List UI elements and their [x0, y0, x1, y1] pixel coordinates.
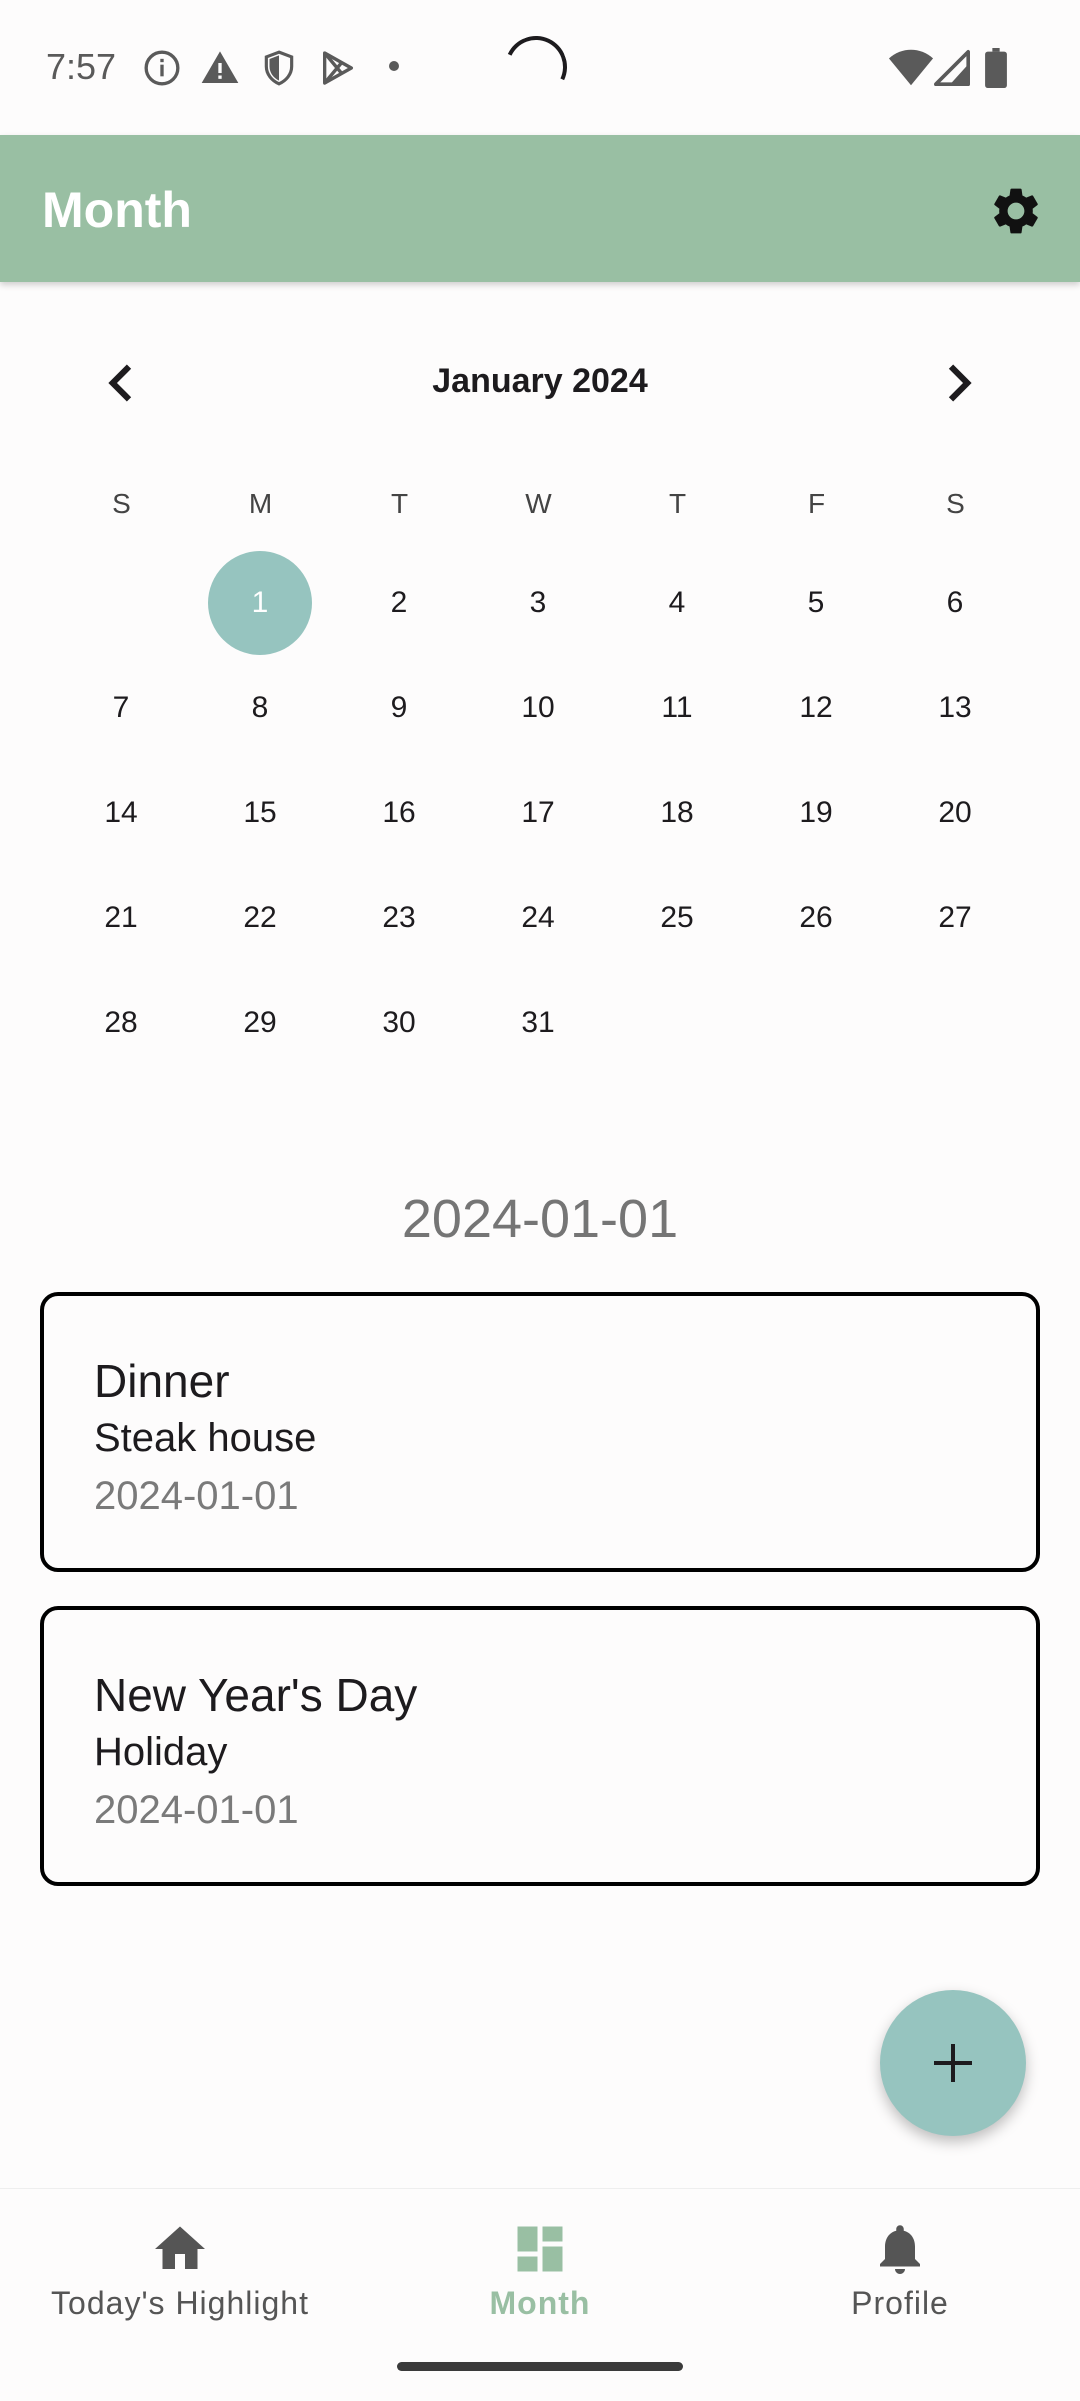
nav-label: Profile	[851, 2285, 949, 2321]
wifi-icon	[888, 49, 934, 86]
event-subtitle: Holiday	[94, 1730, 228, 1774]
weekday-label: T	[390, 488, 409, 519]
calendar-day[interactable]: 16	[347, 761, 451, 865]
cellular-signal-icon	[934, 50, 970, 86]
calendar-day[interactable]: 26	[764, 866, 868, 970]
calendar-day[interactable]: 2	[347, 551, 451, 655]
weekday-label: W	[525, 488, 552, 519]
weekday-label: S	[112, 488, 131, 519]
calendar-day[interactable]: 18	[625, 761, 729, 865]
nav-label: Today's Highlight	[51, 2285, 309, 2321]
event-subtitle: Steak house	[94, 1416, 317, 1460]
calendar-day[interactable]: 13	[903, 656, 1007, 760]
calendar-month-label: January 2024	[432, 362, 648, 400]
battery-icon	[985, 48, 1007, 88]
page-title: Month	[42, 182, 192, 238]
calendar-day[interactable]: 31	[486, 971, 590, 1075]
calendar-day[interactable]: 28	[69, 971, 173, 1075]
event-date: 2024-01-01	[94, 1474, 299, 1518]
calendar-day[interactable]: 29	[208, 971, 312, 1075]
calendar-day[interactable]: 23	[347, 866, 451, 970]
calendar-day[interactable]: 20	[903, 761, 1007, 865]
event-date: 2024-01-01	[94, 1788, 299, 1832]
calendar-day-selected[interactable]: 1	[208, 551, 312, 655]
calendar-day[interactable]: 7	[69, 656, 173, 760]
calendar-day[interactable]: 27	[903, 866, 1007, 970]
calendar-day[interactable]: 6	[903, 551, 1007, 655]
calendar-day[interactable]: 21	[69, 866, 173, 970]
event-card[interactable]: Dinner Steak house 2024-01-01	[40, 1292, 1040, 1572]
calendar-day[interactable]: 22	[208, 866, 312, 970]
calendar-day[interactable]: 8	[208, 656, 312, 760]
info-icon	[144, 50, 180, 86]
calendar-day[interactable]: 25	[625, 866, 729, 970]
previous-month-button[interactable]	[94, 355, 150, 411]
calendar-day[interactable]: 3	[486, 551, 590, 655]
chevron-right-icon	[948, 364, 972, 402]
next-month-button[interactable]	[930, 355, 986, 411]
weekday-label: S	[946, 488, 965, 519]
home-icon	[155, 2226, 205, 2269]
event-title: Dinner	[94, 1355, 230, 1407]
gear-icon	[994, 188, 1038, 234]
bell-icon	[880, 2225, 920, 2274]
calendar-day[interactable]: 17	[486, 761, 590, 865]
nav-item-profile[interactable]: Profile	[720, 2189, 1080, 2349]
calendar-day[interactable]: 15	[208, 761, 312, 865]
shield-icon	[264, 50, 294, 86]
dot-icon	[389, 61, 399, 71]
calendar-day[interactable]: 14	[69, 761, 173, 865]
calendar-day[interactable]: 12	[764, 656, 868, 760]
calendar-day[interactable]: 19	[764, 761, 868, 865]
event-title: New Year's Day	[94, 1669, 418, 1721]
calendar-day[interactable]: 11	[625, 656, 729, 760]
plus-icon	[934, 2044, 972, 2082]
home-indicator[interactable]	[397, 2362, 683, 2371]
calendar-day[interactable]: 10	[486, 656, 590, 760]
calendar-day[interactable]: 30	[347, 971, 451, 1075]
calendar-day[interactable]: 9	[347, 656, 451, 760]
add-event-button[interactable]	[880, 1990, 1026, 2136]
calendar-day[interactable]: 24	[486, 866, 590, 970]
event-card[interactable]: New Year's Day Holiday 2024-01-01	[40, 1606, 1040, 1886]
warning-icon	[201, 51, 239, 83]
calendar-day[interactable]: 5	[764, 551, 868, 655]
chevron-left-icon	[108, 364, 132, 402]
weekday-label: M	[248, 488, 273, 519]
nav-item-todays-highlight[interactable]: Today's Highlight	[0, 2189, 360, 2349]
nav-label: Month	[489, 2285, 591, 2321]
app-bar: Month	[0, 135, 1080, 282]
loading-spinner-icon	[496, 27, 576, 107]
status-time: 7:57	[46, 46, 117, 87]
calendar-day[interactable]: 4	[625, 551, 729, 655]
nav-item-month[interactable]: Month	[360, 2189, 720, 2349]
settings-button[interactable]	[988, 183, 1044, 239]
dashboard-icon	[517, 2226, 563, 2272]
play-store-icon	[323, 51, 353, 85]
status-bar: 7:57	[0, 0, 1080, 135]
selected-date-label: 2024-01-01	[401, 1189, 679, 1249]
weekday-label: T	[668, 488, 687, 519]
weekday-label: F	[807, 488, 826, 519]
